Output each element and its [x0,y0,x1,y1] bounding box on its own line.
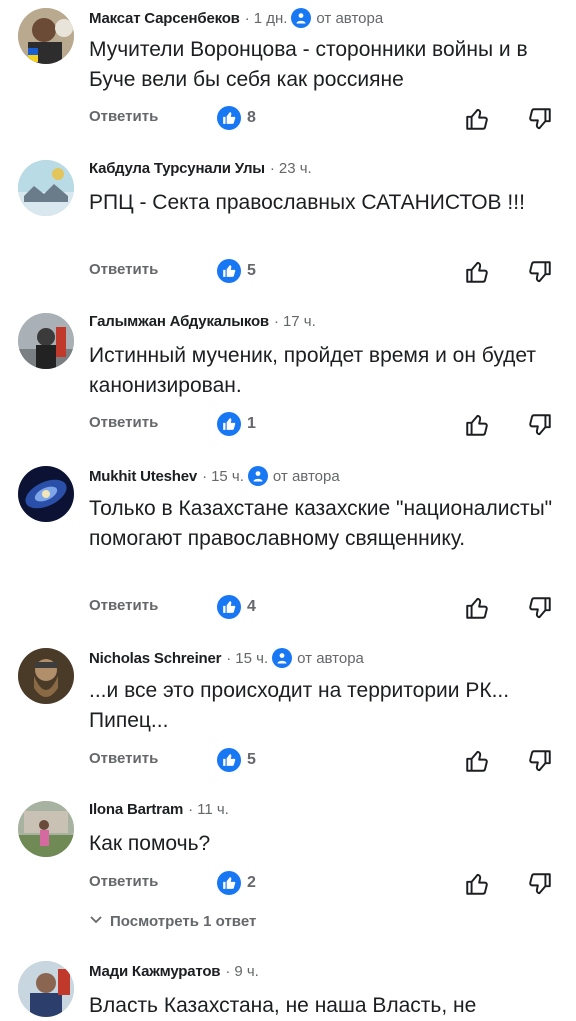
comment-time[interactable]: 11 ч. [197,801,229,818]
separator: · [244,9,250,27]
like-reaction-icon [217,106,241,130]
comment-time[interactable]: 23 ч. [279,160,312,177]
like-count-badge[interactable]: 4 [217,595,256,619]
avatar[interactable] [18,961,74,1017]
dislike-button-icon[interactable] [527,748,553,779]
like-count-badge[interactable]: 8 [217,106,256,130]
avatar[interactable] [18,466,74,522]
dislike-button-icon[interactable] [527,259,553,290]
like-count-badge[interactable]: 1 [217,412,256,436]
view-replies-link[interactable]: Посмотреть 1 ответ [89,912,256,930]
avatar[interactable] [18,648,74,704]
avatar[interactable] [18,801,74,857]
like-reaction-icon [217,412,241,436]
comment-time[interactable]: 15 ч. [211,468,244,485]
comment-actions: Ответить 5 [89,259,559,287]
comment-text: РПЦ - Секта православных САТАНИСТОВ !!! [89,191,525,214]
avatar[interactable] [18,8,74,64]
reply-button[interactable]: Ответить [89,873,158,890]
reply-button[interactable]: Ответить [89,750,158,767]
author-name[interactable]: Кабдула Турсунали Улы [89,160,265,177]
comment-time[interactable]: 17 ч. [283,313,316,330]
comment-actions: Ответить 2 [89,871,559,899]
dislike-button-icon[interactable] [527,412,553,443]
author-name[interactable]: Галымжан Абдукалыков [89,313,269,330]
reply-button[interactable]: Ответить [89,108,158,125]
comment-actions: Ответить 5 [89,748,559,776]
like-button-icon[interactable] [464,595,490,626]
like-count-badge[interactable]: 2 [217,871,256,895]
op-badge: от автора [291,8,383,28]
comment-time[interactable]: 15 ч. [235,650,268,667]
reply-button[interactable]: Ответить [89,414,158,431]
op-badge: от автора [247,466,340,486]
avatar[interactable] [18,160,74,216]
like-button-icon[interactable] [464,259,490,290]
comment-actions: Ответить 8 [89,106,559,134]
separator: · [225,963,231,980]
avatar[interactable] [18,313,74,369]
separator: · [188,801,194,818]
like-reaction-icon [217,595,241,619]
dislike-button-icon[interactable] [527,595,553,626]
chevron-down-icon [89,912,103,930]
separator: · [273,313,279,330]
like-button-icon[interactable] [464,748,490,779]
dislike-button-icon[interactable] [527,871,553,902]
author-name[interactable]: Ilona Bartram [89,801,183,818]
like-button-icon[interactable] [464,106,490,137]
comment-time[interactable]: 9 ч. [234,963,259,980]
like-button-icon[interactable] [464,871,490,902]
dislike-button-icon[interactable] [527,106,553,137]
like-reaction-icon [217,871,241,895]
like-count-badge[interactable]: 5 [217,259,256,283]
author-badge-icon [247,466,268,486]
comment-time[interactable]: 1 дн. [254,10,288,27]
comment-text: Как помочь? [89,832,211,855]
author-name[interactable]: Мади Кажмуратов [89,963,221,980]
author-badge-icon [291,8,312,28]
like-reaction-icon [217,259,241,283]
author-name[interactable]: Nicholas Schreiner [89,650,221,667]
reply-button[interactable]: Ответить [89,261,158,278]
author-name[interactable]: Максат Сарсенбеков [89,10,240,27]
comment-text: Истинный мученик, пройдет время и он буд… [89,344,536,397]
comment-text: ...и все это происходит на территории РК… [89,679,510,732]
comment-actions: Ответить 1 [89,412,559,440]
like-count-badge[interactable]: 5 [217,748,256,772]
separator: · [202,467,208,485]
reply-button[interactable]: Ответить [89,597,158,614]
separator: · [269,160,275,177]
author-badge-icon [272,648,293,668]
like-reaction-icon [217,748,241,772]
comment-text: Только в Казахстане казахские "национали… [89,497,553,550]
comment-text: Мучители Воронцова - сторонники войны и … [89,38,528,91]
comment-actions: Ответить 4 [89,595,559,623]
comment-text: Власть Казахстана, не наша Власть, не [89,994,477,1017]
like-button-icon[interactable] [464,412,490,443]
separator: · [226,649,232,667]
op-badge: от автора [272,648,364,668]
author-name[interactable]: Mukhit Uteshev [89,468,197,485]
